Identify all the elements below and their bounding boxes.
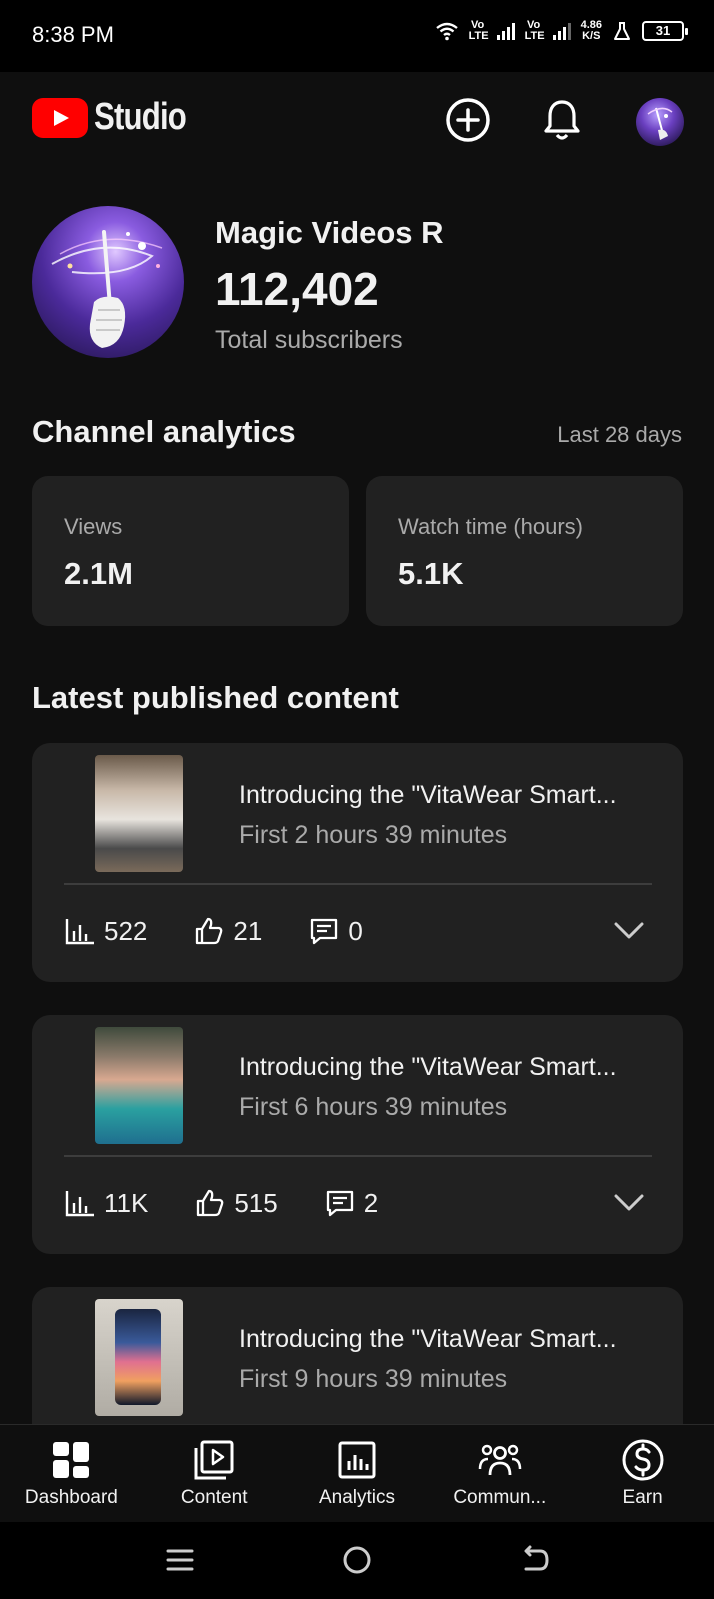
thumbs-up-icon (197, 1189, 224, 1217)
nav-dashboard[interactable]: Dashboard (0, 1425, 143, 1523)
notifications-bell-icon[interactable] (538, 96, 586, 144)
nav-label: Commun... (453, 1487, 547, 1508)
likes-count: 515 (234, 1187, 278, 1218)
stat-value: 5.1K (398, 556, 464, 591)
chevron-down-icon[interactable] (611, 913, 647, 949)
stat-label: Watch time (hours) (398, 514, 584, 539)
bar-chart-icon (65, 919, 94, 945)
video-thumbnail[interactable] (95, 1299, 183, 1416)
video-title: Introducing the "VitaWear Smart... (239, 781, 617, 809)
chevron-down-icon[interactable] (611, 1185, 647, 1221)
watch-time-stat-card[interactable]: Watch time (hours) 5.1K (366, 476, 683, 626)
earn-dollar-icon (622, 1439, 664, 1481)
comments-count: 2 (363, 1187, 379, 1218)
subscriber-count: 112,402 (215, 263, 379, 315)
latest-content-title: Latest published content (32, 680, 399, 715)
sim2-signal-icon (552, 22, 571, 40)
nav-analytics[interactable]: Analytics (286, 1425, 429, 1523)
app-screen: 8:38 PM Vo LTE Vo LTE 4.86 K/S 31 Studio… (0, 0, 714, 1599)
views-metric: 11K (64, 1187, 148, 1219)
magic-wand-icon (647, 107, 673, 140)
status-time: 8:38 PM (32, 22, 114, 47)
content-card[interactable]: Introducing the "VitaWear Smart... First… (32, 1015, 683, 1254)
comments-metric: 0 (308, 915, 363, 947)
battery-indicator: 31 (642, 21, 688, 41)
sim1-volte-label: Vo LTE (468, 19, 489, 42)
nav-community[interactable]: Commun... (428, 1425, 571, 1523)
video-title: Introducing the "VitaWear Smart... (239, 1325, 617, 1353)
content-card[interactable]: Introducing the "VitaWear Smart... First… (32, 743, 683, 982)
dashboard-icon (53, 1442, 90, 1478)
content-icon (194, 1440, 234, 1480)
lab-flask-icon (614, 22, 630, 40)
comments-metric: 2 (324, 1187, 378, 1219)
video-title: Introducing the "VitaWear Smart... (239, 1053, 617, 1081)
channel-name: Magic Videos R (215, 215, 444, 250)
views-count: 11K (104, 1187, 149, 1218)
sim1-signal-icon (496, 22, 515, 40)
video-period: First 6 hours 39 minutes (239, 1093, 508, 1121)
comment-icon (311, 918, 338, 945)
video-thumbnail[interactable] (95, 755, 183, 872)
magic-wand-hand-icon (51, 230, 163, 348)
back-icon[interactable] (516, 1540, 556, 1580)
nav-label: Content (180, 1487, 248, 1508)
video-thumbnail[interactable] (95, 1027, 183, 1144)
thumbs-up-icon (196, 917, 223, 945)
home-circle-icon[interactable] (337, 1540, 377, 1580)
video-period: First 2 hours 39 minutes (239, 821, 508, 849)
network-speed: 4.86 K/S (581, 20, 602, 42)
recent-apps-icon[interactable] (160, 1540, 200, 1580)
app-name: Studio (94, 96, 187, 138)
create-plus-icon[interactable] (444, 96, 492, 144)
video-period: First 9 hours 39 minutes (239, 1365, 508, 1393)
bottom-navigation: Dashboard Content Analytics Commun... Ea… (0, 1424, 714, 1522)
nav-label: Earn (622, 1487, 663, 1508)
comments-count: 0 (348, 915, 363, 946)
likes-count: 21 (233, 915, 263, 946)
community-icon (478, 1444, 522, 1476)
system-navigation-bar (0, 1522, 714, 1599)
youtube-logo-icon (32, 98, 88, 138)
video-metrics: 522 21 0 (64, 911, 363, 951)
analytics-icon (338, 1441, 376, 1479)
nav-content[interactable]: Content (143, 1425, 286, 1523)
nav-earn[interactable]: Earn (571, 1425, 714, 1523)
views-count: 522 (104, 915, 148, 946)
likes-metric: 515 (194, 1187, 278, 1219)
channel-analytics-title: Channel analytics (32, 414, 296, 449)
bar-chart-icon (65, 1191, 94, 1217)
subscriber-label: Total subscribers (215, 326, 403, 354)
nav-label: Dashboard (24, 1487, 118, 1508)
app-header: Studio (0, 72, 714, 168)
sim2-volte-label: Vo LTE (524, 19, 545, 42)
channel-avatar[interactable] (32, 206, 184, 358)
views-stat-card[interactable]: Views 2.1M (32, 476, 349, 626)
stat-value: 2.1M (64, 556, 133, 591)
status-bar: 8:38 PM Vo LTE Vo LTE 4.86 K/S 31 (0, 0, 714, 72)
account-avatar[interactable] (636, 98, 684, 146)
nav-label: Analytics (318, 1487, 395, 1508)
analytics-range-label: Last 28 days (557, 422, 682, 447)
divider (64, 883, 652, 885)
video-metrics: 11K 515 2 (64, 1183, 378, 1223)
comment-icon (326, 1190, 353, 1217)
divider (64, 1155, 652, 1157)
stat-label: Views (64, 514, 123, 539)
likes-metric: 21 (193, 915, 262, 947)
views-metric: 522 (64, 915, 147, 947)
network-speed-unit: K/S (582, 30, 601, 42)
status-icons: Vo LTE Vo LTE 4.86 K/S 31 (435, 19, 688, 42)
wifi-icon (435, 22, 458, 41)
